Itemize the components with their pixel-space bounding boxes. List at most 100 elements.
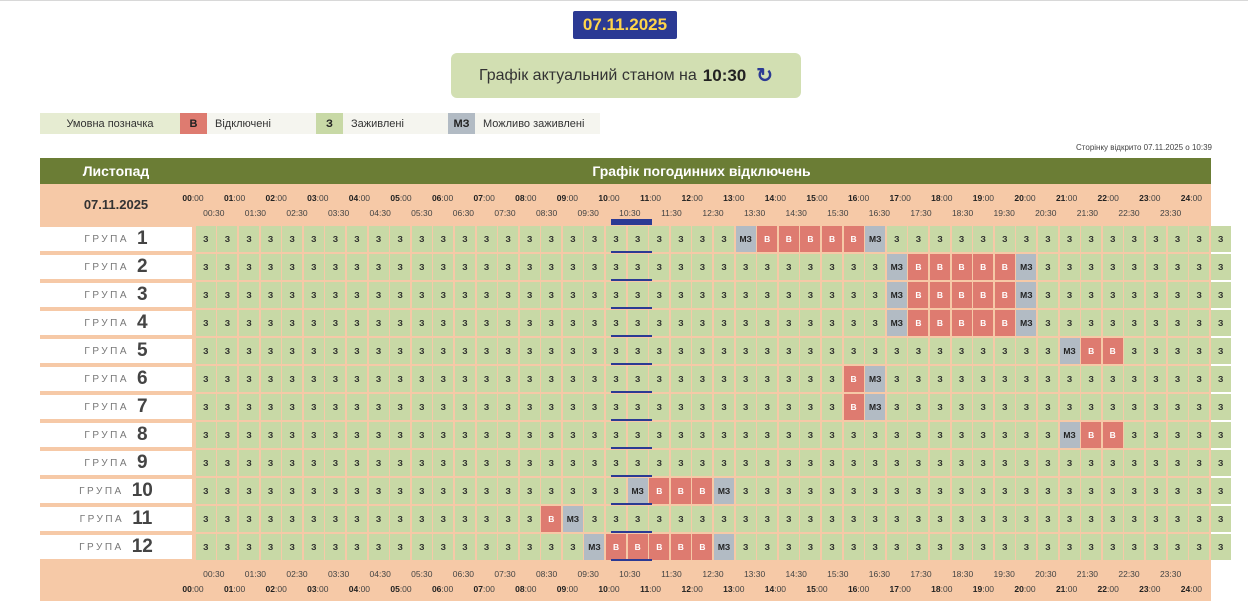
slot-cell: З [929,450,950,476]
slot-cell: З [476,282,497,308]
slot-cell: З [800,310,821,336]
slot-cell: В [908,282,929,308]
slot-cell: З [562,450,583,476]
slot-cell: З [217,282,238,308]
slot-cell: З [454,422,475,448]
slot-cell: З [735,338,756,364]
slot-cell: МЗ [562,506,583,532]
slot-cell: З [1124,394,1145,420]
slot-cell: З [217,394,238,420]
legend-label-on: Заживлені [343,113,448,134]
slot-cell: З [1210,254,1231,280]
slot-cell: З [1189,506,1210,532]
group-cells: З З З З З З З З З З З З З З З З З З З З З З З З З З З З З З З З МЗ В В В В В М… [195,253,1232,281]
slot-cell: З [325,254,346,280]
slot-cell: В [778,226,799,252]
slot-cell: З [1210,394,1231,420]
slot-cell: З [757,338,778,364]
slot-cell: З [735,366,756,392]
tick-hour-20: 20:00 [1014,584,1036,594]
slot-cell: З [692,506,713,532]
tick-hour-16: 16:00 [847,193,870,203]
group-word: ГРУПА [84,373,129,385]
slot-cell: З [238,226,259,252]
slot-cell: З [1059,478,1080,504]
tick-half-03: 03:30 [327,569,350,579]
slot-cell: З [627,450,648,476]
slot-cell: З [498,310,519,336]
slot-cell: З [973,338,994,364]
slot-cell: З [670,394,691,420]
tick-hour-08: 08:00 [515,193,537,203]
slot-cell: З [1145,338,1166,364]
tick-hour-23: 23:00 [1139,584,1161,594]
tick-half-00: 00:30 [203,569,225,579]
slot-cell: З [929,226,950,252]
slot-cell: З [346,506,367,532]
slot-cell: З [238,478,259,504]
slot-cell: З [411,394,432,420]
slot-cell: З [692,422,713,448]
tick-half-11: 11:30 [661,208,682,218]
slot-cell: З [303,310,324,336]
slot-cell: З [670,506,691,532]
tick-hour-16: 16:00 [847,584,870,594]
slot-cell: З [519,366,540,392]
current-time-line [611,503,652,505]
slot-cell: З [562,394,583,420]
slot-cell: З [1210,450,1231,476]
slot-cell: З [282,338,303,364]
date-badge[interactable]: 07.11.2025 [573,11,677,39]
slot-cell: З [498,506,519,532]
slot-cell: З [541,366,562,392]
slot-cell: З [1189,450,1210,476]
slot-cell: В [929,282,950,308]
slot-cell: З [368,478,389,504]
slot-cell: З [1081,534,1102,560]
slot-cell: МЗ [1016,282,1037,308]
slot-cell: З [606,254,627,280]
slot-cell: З [692,366,713,392]
slot-cell: З [627,282,648,308]
slot-cell: З [325,366,346,392]
slot-cell: З [1145,366,1166,392]
slot-cell: З [303,226,324,252]
slot-cell: З [735,254,756,280]
tick-hour-19: 19:00 [972,584,995,594]
slot-cell: З [973,394,994,420]
tick-half-09: 09:30 [577,569,599,579]
slot-cell: З [886,366,907,392]
slot-cell: З [1210,282,1231,308]
slot-cell: З [390,226,411,252]
slot-cell: З [886,338,907,364]
slot-cell: З [1210,226,1231,252]
slot-cell: З [1059,506,1080,532]
group-row-1: ГРУПА 1 З З З З З З З З З З З З З З З З З З З З З З З З З МЗ В В В В В МЗ… [40,225,1231,253]
tick-hour-07: 07:00 [473,584,495,594]
slot-cell: З [649,366,670,392]
current-time-line [611,391,652,393]
slot-cell: З [195,226,216,252]
slot-cell: З [1167,310,1188,336]
refresh-icon[interactable]: ↻ [756,63,773,88]
slot-cell: З [1189,366,1210,392]
tick-hour-00: 00:00 [182,193,204,203]
slot-cell: З [606,226,627,252]
slot-cell: З [390,506,411,532]
slot-cell: З [519,394,540,420]
group-word: ГРУПА [84,261,129,273]
slot-cell: В [929,254,950,280]
slot-cell: З [692,310,713,336]
tick-hour-15: 15:00 [806,584,828,594]
slot-cell: З [627,394,648,420]
slot-cell: З [195,478,216,504]
slot-cell: З [411,478,432,504]
slot-cell: З [800,506,821,532]
group-word: ГРУПА [84,317,129,329]
slot-cell: З [1145,534,1166,560]
slot-cell: З [735,310,756,336]
slot-cell: З [800,394,821,420]
slot-cell: З [195,534,216,560]
slot-cell: З [1189,338,1210,364]
slot-cell: В [1081,422,1102,448]
